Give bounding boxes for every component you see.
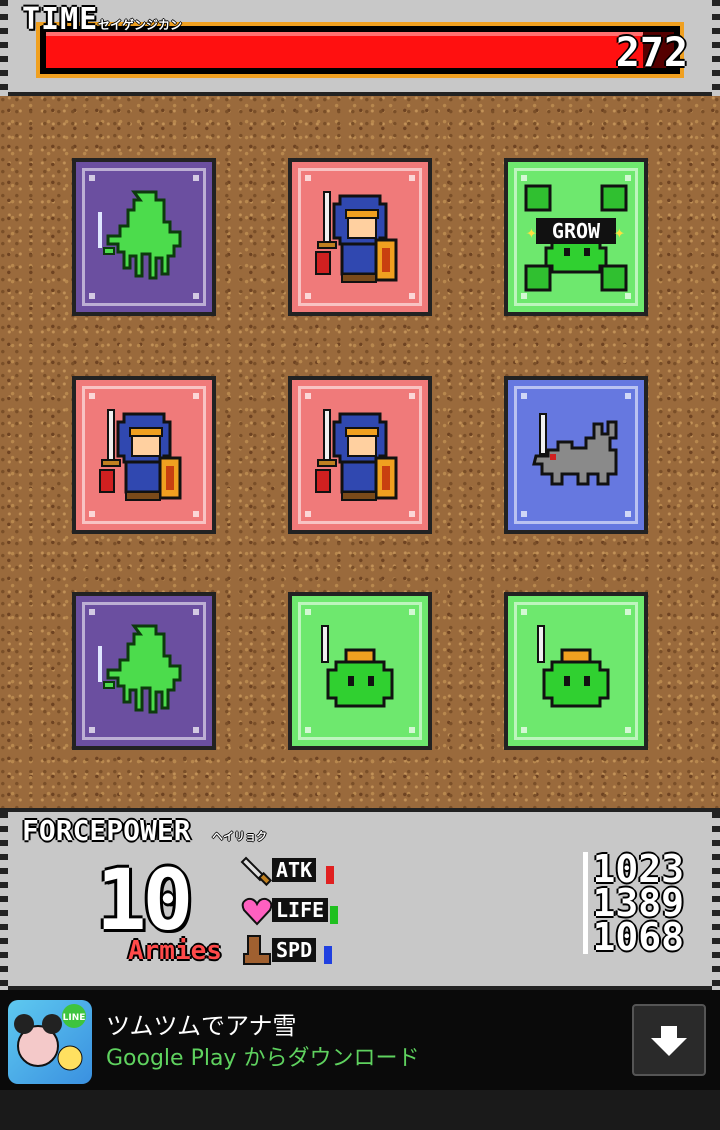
sword-icon: [240, 856, 273, 887]
card-5[interactable]: [504, 376, 648, 534]
card-corner-dot: [305, 511, 311, 517]
card-corner-dot: [625, 393, 631, 399]
card-corner-dot: [89, 609, 95, 615]
knight-icon: [315, 191, 398, 283]
stat-name-life: LIFE: [272, 898, 329, 922]
spd-bar: [324, 946, 332, 964]
card-corner-dot: [521, 727, 527, 733]
card-corner-dot: [89, 175, 95, 181]
time-gauge-fill: [46, 32, 643, 68]
card-corner-dot: [409, 393, 415, 399]
card-corner-dot: [625, 511, 631, 517]
download-arrow-icon: [651, 1026, 687, 1056]
grow-slime-icon: GROW ✦ ✦: [524, 184, 628, 292]
panel-edge-left: [0, 0, 8, 96]
wolf-icon: [532, 413, 618, 486]
card-corner-dot: [305, 393, 311, 399]
ad-subtitle[interactable]: Google Play からダウンロード: [106, 1040, 419, 1072]
stat-name-atk: ATK: [272, 858, 317, 882]
panel-edge-right: [712, 812, 720, 990]
card-corner-dot: [89, 293, 95, 299]
card-corner-dot: [305, 175, 311, 181]
card-corner-dot: [625, 175, 631, 181]
tsum-tsum-app-icon[interactable]: LINE: [8, 1000, 92, 1084]
card-1[interactable]: [288, 158, 432, 316]
panel-edge-right: [712, 0, 720, 96]
time-sublabel: セイゲンジカン: [98, 18, 183, 32]
card-8[interactable]: [504, 592, 648, 750]
card-corner-dot: [521, 175, 527, 181]
spd-value: 1068: [583, 918, 684, 956]
card-corner-dot: [305, 727, 311, 733]
knight-icon: [315, 409, 398, 501]
armies-count: 10: [96, 851, 193, 949]
svg-text:✦: ✦: [526, 222, 537, 243]
card-2-grow[interactable]: GROW ✦ ✦: [504, 158, 648, 316]
card-corner-dot: [625, 727, 631, 733]
card-corner-dot: [409, 293, 415, 299]
card-4[interactable]: [288, 376, 432, 534]
slime-icon: [321, 625, 394, 708]
force-power-label: FORCEPOWER: [22, 814, 191, 847]
life-bar: [330, 906, 338, 924]
line-badge: LINE: [63, 1013, 86, 1023]
knight-icon: [99, 409, 182, 501]
force-power-panel: FORCEPOWER ヘイリョク 10 Armies ATK LIFE SPD …: [0, 808, 720, 990]
stat-name-spd: SPD: [272, 938, 317, 962]
card-corner-dot: [89, 727, 95, 733]
boot-icon: [243, 935, 271, 965]
time-value: 272: [615, 30, 688, 76]
card-7[interactable]: [288, 592, 432, 750]
card-corner-dot: [625, 609, 631, 615]
time-gauge-track: [46, 32, 674, 68]
stat-values: 1023 1389 1068: [583, 850, 684, 956]
card-corner-dot: [521, 609, 527, 615]
heart-icon: [241, 897, 273, 926]
card-corner-dot: [89, 393, 95, 399]
card-corner-dot: [193, 393, 199, 399]
card-corner-dot: [625, 293, 631, 299]
armies-label: Armies: [128, 936, 222, 966]
grow-label: GROW: [552, 219, 601, 243]
card-0[interactable]: [72, 158, 216, 316]
card-3[interactable]: [72, 376, 216, 534]
card-corner-dot: [193, 511, 199, 517]
card-corner-dot: [193, 727, 199, 733]
battle-field: GROW ✦ ✦: [0, 96, 720, 808]
ghost-icon: [98, 624, 182, 714]
ad-banner[interactable]: LINE ツムツムでアナ雪 Google Play からダウンロード: [0, 990, 720, 1090]
card-corner-dot: [409, 727, 415, 733]
time-label: TIME: [22, 2, 99, 37]
time-bar-panel: TIME セイゲンジカン 272: [0, 0, 720, 96]
card-corner-dot: [521, 293, 527, 299]
card-corner-dot: [193, 293, 199, 299]
card-corner-dot: [193, 175, 199, 181]
card-corner-dot: [409, 175, 415, 181]
force-power-sublabel: ヘイリョク: [212, 830, 267, 843]
ad-title[interactable]: ツムツムでアナ雪: [106, 1006, 297, 1041]
download-button[interactable]: [632, 1004, 706, 1076]
slime-icon: [537, 625, 610, 708]
bottom-strip: [0, 1090, 720, 1130]
card-corner-dot: [521, 393, 527, 399]
card-corner-dot: [409, 511, 415, 517]
card-corner-dot: [305, 609, 311, 615]
atk-bar: [326, 866, 334, 884]
card-6[interactable]: [72, 592, 216, 750]
card-corner-dot: [89, 511, 95, 517]
card-corner-dot: [193, 609, 199, 615]
card-corner-dot: [305, 293, 311, 299]
card-corner-dot: [521, 511, 527, 517]
ghost-icon: [98, 190, 182, 280]
card-corner-dot: [409, 609, 415, 615]
panel-edge-left: [0, 812, 8, 990]
svg-text:✦: ✦: [614, 222, 625, 243]
